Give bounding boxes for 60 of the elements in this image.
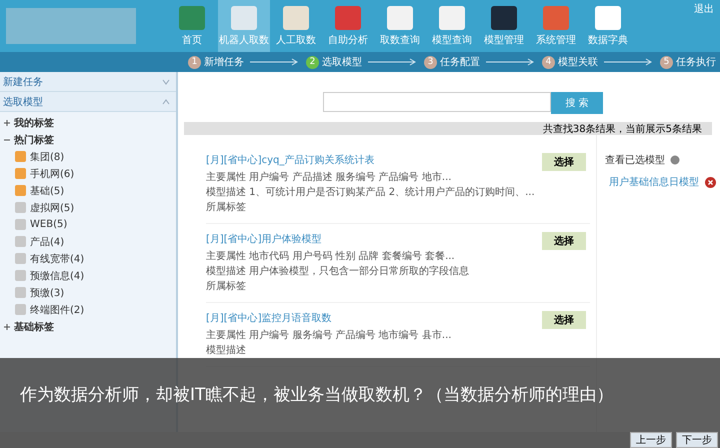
arrow-icon: [486, 58, 536, 66]
result-count: 共查找38条结果，当前展示5条结果: [542, 122, 702, 136]
select-button[interactable]: 选择: [542, 311, 586, 329]
tag-item[interactable]: 虚拟网(5): [3, 199, 176, 216]
step-label: 选取模型: [322, 56, 362, 69]
accordion-header[interactable]: 选取模型: [0, 92, 176, 112]
model-link[interactable]: [月][省中心]监控月语音取数: [206, 311, 452, 325]
accordion-header[interactable]: 新建任务: [0, 72, 176, 92]
attribute-text: 主要属性 用户编号 服务编号 产品编号 地市编号 县市...: [206, 328, 452, 343]
arrow-icon: [250, 58, 300, 66]
step-number: 1: [188, 56, 201, 68]
step-number: 3: [424, 56, 437, 68]
remove-icon[interactable]: [705, 176, 716, 188]
attribute-text: 主要属性 地市代码 用户号码 性别 品牌 套餐编号 套餐...: [206, 250, 456, 264]
tag-item[interactable]: 有线宽带(4): [3, 250, 176, 267]
module-icon: [439, 6, 465, 30]
step-number: 4: [542, 56, 555, 68]
panel-title: 查看已选模型: [605, 154, 665, 167]
search-field[interactable]: [323, 92, 551, 112]
select-button[interactable]: 选择: [542, 232, 586, 250]
tag-item[interactable]: 预缴(3): [3, 284, 176, 301]
arrow-icon: [604, 58, 654, 66]
attribute-text: 主要属性 用户编号 产品描述 服务编号 产品编号 地市...: [206, 170, 452, 185]
module-icon: [543, 6, 569, 30]
tree-node[interactable]: 基础标签: [3, 318, 176, 335]
module-icon: [335, 6, 361, 30]
tree-node[interactable]: 热门标签: [3, 131, 176, 148]
tree-node[interactable]: 我的标签: [3, 114, 176, 131]
tag-item[interactable]: 预缴信息(4): [3, 267, 176, 284]
model-link[interactable]: [月][省中心]用户体验模型: [206, 232, 470, 246]
tag-item[interactable]: 基础(5): [3, 182, 176, 199]
tag-label: 所属标签: [206, 280, 247, 294]
module-icon: [387, 6, 413, 30]
model-link[interactable]: [月][省中心]cyq_产品订购关系统计表: [206, 153, 535, 167]
step-number: 2: [306, 56, 319, 68]
caption-text: 作为数据分析师，却被IT瞧不起，被业务当做取数机？（当数据分析师的理由）: [20, 384, 614, 406]
step-button[interactable]: 上一步: [630, 432, 672, 448]
module-icon: [179, 6, 205, 30]
tag-item[interactable]: 集团(8): [3, 148, 176, 165]
module-icon: [595, 6, 621, 30]
step-label: 模型关联: [558, 56, 598, 69]
model-link[interactable]: 用户基础信息日模型: [609, 175, 699, 189]
tag-label: 所属标签: [206, 200, 247, 215]
tag-item[interactable]: 终端图件(2): [3, 301, 176, 318]
step-number: 5: [660, 56, 673, 68]
step-button[interactable]: 下一步: [676, 432, 718, 448]
step-label: 任务执行: [676, 56, 716, 69]
step-label: 任务配置: [440, 56, 480, 69]
module-icon: [283, 6, 309, 30]
module-icon: [491, 6, 517, 30]
select-button[interactable]: 选择: [542, 153, 586, 171]
tag-item[interactable]: 产品(4): [3, 233, 176, 250]
description-text: 模型描述: [206, 344, 247, 358]
step-label: 新增任务: [204, 56, 244, 69]
description-text: 模型描述 用户体验模型，只包含一部分日常所取的字段信息: [206, 264, 470, 279]
module-icon: [231, 6, 257, 30]
tag-item[interactable]: WEB(5): [3, 216, 176, 233]
arrow-icon: [368, 58, 418, 66]
tag-item[interactable]: 手机网(6): [3, 165, 176, 182]
description-text: 模型描述 1、可统计用户是否订购某产品 2、统计用户产品的订购时间、...: [206, 186, 535, 200]
